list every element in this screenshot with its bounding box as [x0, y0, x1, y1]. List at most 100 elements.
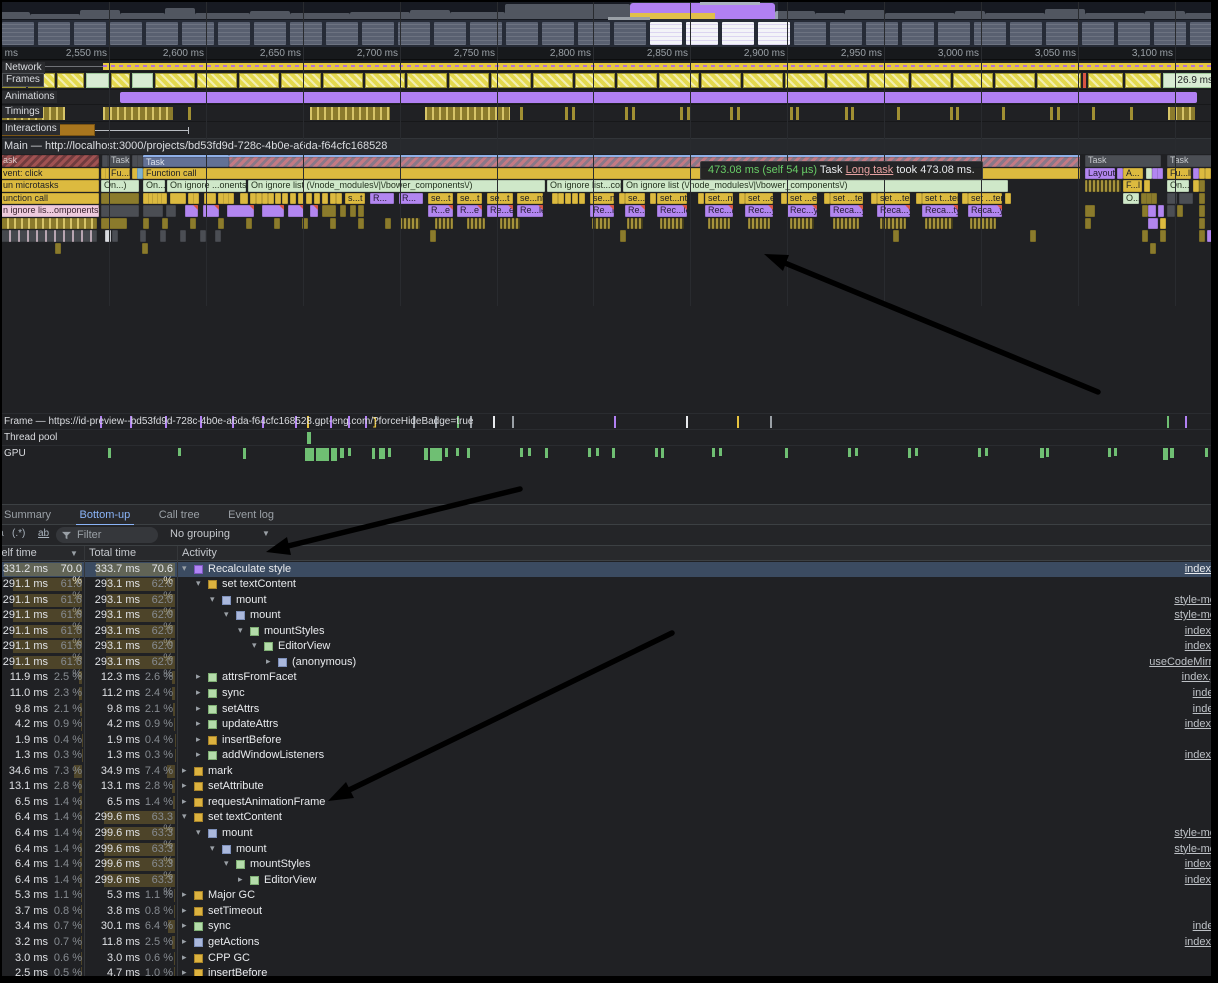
table-row[interactable]: 1.9 ms0.4 %1.9 ms0.4 %▸insertBefore — [0, 733, 1218, 749]
disclosure-triangle-icon[interactable]: ▾ — [182, 811, 187, 822]
flame-bar[interactable] — [180, 230, 186, 242]
column-divider[interactable] — [84, 546, 85, 983]
tab-bottom-up[interactable]: Bottom-up — [68, 506, 143, 526]
flame-bar[interactable] — [400, 218, 420, 230]
table-row[interactable]: 11.0 ms2.3 %11.2 ms2.4 %▸syncindex. — [0, 686, 1218, 702]
self-time-header[interactable]: Self time — [0, 547, 37, 559]
flame-bar[interactable] — [1160, 218, 1166, 230]
disclosure-triangle-icon[interactable]: ▸ — [182, 796, 187, 807]
flame-bar[interactable] — [708, 218, 730, 230]
match-word-icon[interactable]: ab — [38, 528, 49, 539]
tab-call-tree[interactable]: Call tree — [147, 506, 212, 526]
flame-bar[interactable]: unction call — [0, 193, 99, 205]
flame-bar[interactable] — [748, 218, 770, 230]
flame-bar[interactable] — [185, 205, 198, 217]
disclosure-triangle-icon[interactable]: ▸ — [196, 718, 201, 729]
flame-bar[interactable] — [0, 230, 97, 242]
flame-bar[interactable] — [262, 205, 284, 217]
table-row[interactable]: 291.1 ms61.6 %293.1 ms62.0 %▾mountstyle-… — [0, 608, 1218, 624]
flame-bar[interactable] — [101, 193, 139, 205]
flame-bar[interactable] — [330, 218, 336, 230]
flame-bar[interactable] — [790, 218, 814, 230]
flame-bar[interactable]: Reca...tyle — [922, 205, 958, 217]
flame-bar[interactable] — [1177, 205, 1183, 217]
filter-input[interactable] — [75, 528, 145, 542]
table-row[interactable]: 3.2 ms0.7 %11.8 ms2.5 %▸getActionsindex.… — [0, 935, 1218, 951]
flame-bar[interactable]: On ignore list (\/node_modules\/|\/bower… — [248, 180, 545, 192]
flame-bar[interactable] — [240, 193, 248, 205]
disclosure-triangle-icon[interactable]: ▸ — [182, 889, 187, 900]
flame-bar[interactable] — [142, 243, 148, 255]
disclosure-triangle-icon[interactable]: ▸ — [182, 780, 187, 791]
flame-bar[interactable] — [435, 218, 453, 230]
flame-bar[interactable] — [161, 193, 167, 205]
column-divider[interactable] — [177, 546, 178, 983]
flame-bar[interactable] — [166, 205, 176, 217]
flame-bar[interactable]: Task — [108, 155, 130, 167]
flame-bar[interactable] — [350, 205, 356, 217]
flame-bar[interactable] — [1158, 205, 1164, 217]
table-row[interactable]: 6.4 ms1.4 %299.6 ms63.3 %▾set textConten… — [0, 810, 1218, 826]
flame-bar[interactable]: Reca...yle — [877, 205, 910, 217]
flame-bar[interactable] — [500, 218, 520, 230]
flame-bar[interactable]: Task — [143, 155, 229, 167]
flame-bar[interactable] — [1199, 193, 1205, 205]
flame-bar[interactable]: vent: click — [0, 168, 99, 180]
disclosure-triangle-icon[interactable]: ▾ — [210, 843, 215, 854]
disclosure-triangle-icon[interactable]: ▸ — [182, 920, 187, 931]
table-row[interactable]: 6.4 ms1.4 %299.6 ms63.3 %▾mountstyle-mod — [0, 826, 1218, 842]
flame-bar[interactable] — [385, 218, 391, 230]
disclosure-triangle-icon[interactable]: ▾ — [238, 625, 243, 636]
flame-bar[interactable] — [650, 193, 656, 205]
flame-bar[interactable] — [1085, 218, 1091, 230]
table-row[interactable]: 1.3 ms0.3 %1.3 ms0.3 %▸addWindowListener… — [0, 748, 1218, 764]
flame-bar[interactable]: Re...e — [487, 205, 513, 217]
thread-pool-track[interactable]: Thread pool — [0, 429, 1218, 445]
flame-bar[interactable]: Fu...ll — [1167, 168, 1191, 180]
flame-bar[interactable] — [1150, 243, 1156, 255]
flame-bar[interactable] — [925, 218, 953, 230]
flame-bar[interactable] — [698, 193, 704, 205]
flame-bar[interactable] — [358, 205, 364, 217]
flame-bar[interactable]: Rec...le — [657, 205, 687, 217]
flame-bar[interactable] — [1157, 168, 1163, 180]
flame-bar[interactable] — [1148, 205, 1156, 217]
flame-bar[interactable]: un microtasks — [0, 180, 99, 192]
flame-bar[interactable] — [1030, 230, 1036, 242]
flame-bar[interactable] — [275, 193, 281, 205]
flame-bar[interactable] — [358, 218, 364, 230]
flame-bar[interactable] — [572, 193, 578, 205]
disclosure-triangle-icon[interactable]: ▸ — [196, 703, 201, 714]
table-row[interactable]: 291.1 ms61.6 %293.1 ms62.0 %▾set textCon… — [0, 577, 1218, 593]
flame-bar[interactable]: Reca...yle — [830, 205, 863, 217]
flame-bar[interactable]: set ...tent — [830, 193, 863, 205]
flame-bar[interactable] — [1179, 193, 1193, 205]
flame-bar[interactable]: On...) — [1167, 180, 1189, 192]
flame-bar[interactable] — [55, 243, 61, 255]
flame-bar[interactable] — [274, 218, 280, 230]
flame-bar[interactable] — [160, 230, 166, 242]
flame-bar[interactable]: A... — [1123, 168, 1143, 180]
disclosure-triangle-icon[interactable]: ▸ — [238, 874, 243, 885]
flame-bar[interactable]: Task — [1085, 155, 1161, 167]
regex-icon[interactable]: (.*) — [12, 528, 25, 539]
flame-bar[interactable]: Re...le — [517, 205, 543, 217]
flame-bar[interactable]: se...nt — [517, 193, 543, 205]
gpu-track[interactable]: GPU — [0, 445, 1218, 461]
flame-bar[interactable] — [1005, 193, 1011, 205]
flame-bar[interactable]: se...t — [428, 193, 453, 205]
disclosure-triangle-icon[interactable]: ▾ — [224, 609, 229, 620]
flame-bar[interactable]: O... — [1123, 193, 1139, 205]
flame-bar[interactable] — [290, 193, 296, 205]
flame-bar[interactable] — [218, 218, 224, 230]
table-row[interactable]: 3.4 ms0.7 %30.1 ms6.4 %▸syncindex. — [0, 919, 1218, 935]
table-row[interactable]: 6.4 ms1.4 %299.6 ms63.3 %▾mountstyle-mod — [0, 842, 1218, 858]
tab-event-log[interactable]: Event log — [216, 506, 286, 526]
flame-bar[interactable] — [340, 205, 346, 217]
disclosure-triangle-icon[interactable]: ▸ — [266, 656, 271, 667]
disclosure-triangle-icon[interactable]: ▾ — [224, 858, 229, 869]
table-row[interactable]: 3.7 ms0.8 %3.8 ms0.8 %▸setTimeout — [0, 904, 1218, 920]
flame-bar[interactable] — [190, 218, 196, 230]
table-row[interactable]: 291.1 ms61.6 %293.1 ms62.0 %▾mountStyles… — [0, 624, 1218, 640]
flame-bar[interactable] — [193, 193, 199, 205]
